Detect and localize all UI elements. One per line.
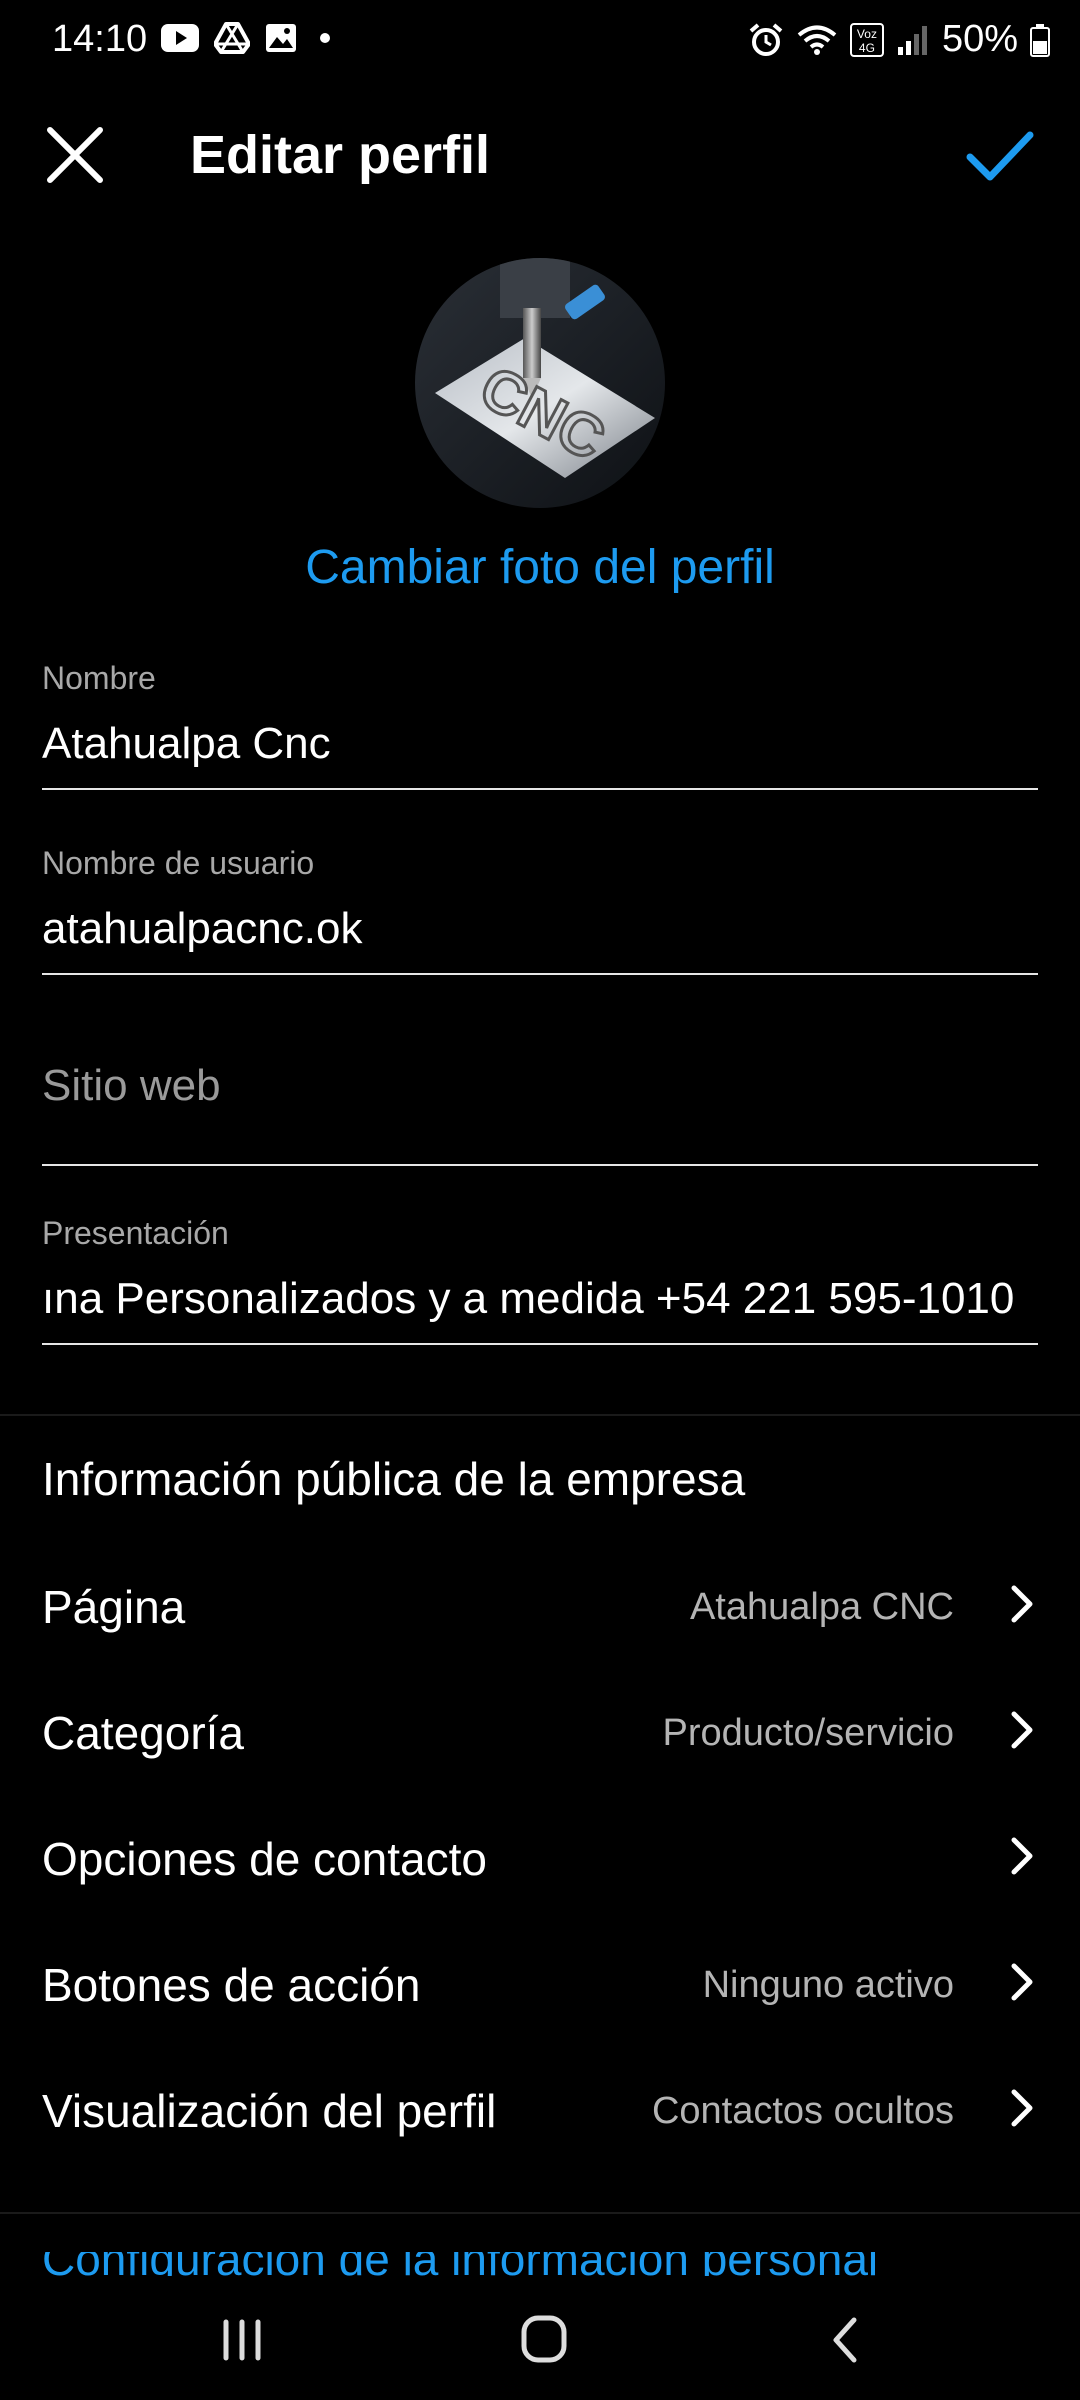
section-divider bbox=[0, 1414, 1080, 1416]
name-input[interactable]: Atahualpa Cnc bbox=[42, 714, 1038, 774]
close-icon[interactable] bbox=[40, 120, 110, 190]
status-bar: 14:10 Voz 4G 50% bbox=[0, 0, 1080, 80]
bio-input[interactable]: ına Personalizados y a medida +54 221 59… bbox=[42, 1269, 1038, 1329]
personal-info-link[interactable]: Configuración de la información personal bbox=[42, 2252, 1042, 2276]
row-contact-options[interactable]: Opciones de contacto bbox=[0, 1802, 1080, 1912]
avatar[interactable]: CNC bbox=[415, 258, 665, 508]
website-field[interactable]: Sitio web bbox=[42, 1056, 1038, 1166]
username-input[interactable]: atahualpacnc.ok bbox=[42, 899, 1038, 959]
row-profile-display-label: Visualización del perfil bbox=[42, 2085, 497, 2137]
website-input[interactable]: Sitio web bbox=[42, 1056, 1038, 1116]
gallery-icon bbox=[266, 24, 296, 52]
signal-icon bbox=[897, 25, 927, 55]
wifi-icon bbox=[797, 25, 837, 55]
row-page[interactable]: Página Atahualpa CNC bbox=[0, 1550, 1080, 1660]
chevron-right-icon bbox=[1011, 1585, 1033, 1623]
avatar-image: CNC bbox=[415, 258, 665, 508]
status-time: 14:10 bbox=[52, 18, 148, 60]
battery-icon bbox=[1030, 23, 1050, 57]
chevron-right-icon bbox=[1011, 1837, 1033, 1875]
page-title: Editar perfil bbox=[190, 125, 491, 185]
chevron-right-icon bbox=[1011, 1963, 1033, 2001]
bio-underline bbox=[42, 1343, 1038, 1345]
row-page-value: Atahualpa CNC bbox=[689, 1586, 954, 1628]
username-label: Nombre de usuario bbox=[42, 845, 315, 881]
drive-icon bbox=[214, 22, 250, 54]
username-underline bbox=[42, 973, 1038, 975]
status-right-icons: Voz 4G 50% bbox=[748, 18, 1050, 61]
row-page-label: Página bbox=[42, 1581, 186, 1633]
volte-icon: Voz 4G bbox=[849, 22, 884, 57]
chevron-right-icon bbox=[1011, 2089, 1033, 2127]
name-field[interactable]: Nombre Atahualpa Cnc bbox=[42, 658, 1038, 790]
row-action-buttons-value: Ninguno activo bbox=[702, 1964, 954, 2006]
name-label: Nombre bbox=[42, 660, 156, 696]
name-underline bbox=[42, 788, 1038, 790]
home-icon[interactable] bbox=[504, 2310, 584, 2370]
system-nav-bar bbox=[0, 2280, 1080, 2400]
youtube-icon bbox=[161, 24, 199, 52]
website-underline bbox=[42, 1164, 1038, 1166]
row-category-label: Categoría bbox=[42, 1707, 245, 1759]
alarm-icon bbox=[749, 22, 783, 56]
row-contact-options-label: Opciones de contacto bbox=[42, 1833, 487, 1885]
username-field[interactable]: Nombre de usuario atahualpacnc.ok bbox=[42, 843, 1038, 975]
row-action-buttons[interactable]: Botones de acción Ninguno activo bbox=[0, 1928, 1080, 2038]
change-photo-link[interactable]: Cambiar foto del perfil bbox=[0, 540, 1080, 595]
row-category[interactable]: Categoría Producto/servicio bbox=[0, 1676, 1080, 1786]
battery-percent: 50% bbox=[941, 18, 1018, 60]
row-profile-display[interactable]: Visualización del perfil Contactos ocult… bbox=[0, 2054, 1080, 2164]
business-info-title: Información pública de la empresa bbox=[42, 1453, 746, 1505]
header: Editar perfil bbox=[0, 100, 1080, 210]
chevron-right-icon bbox=[1011, 1711, 1033, 1749]
personal-info-link-label: Configuración de la información personal bbox=[42, 2252, 1042, 2276]
recents-icon[interactable] bbox=[202, 2310, 282, 2370]
bio-label: Presentación bbox=[42, 1215, 229, 1251]
row-profile-display-value: Contactos ocultos bbox=[651, 2090, 954, 2132]
bio-field[interactable]: Presentación ına Personalizados y a medi… bbox=[42, 1213, 1038, 1345]
status-left-icons bbox=[160, 22, 330, 54]
back-icon[interactable] bbox=[806, 2310, 886, 2370]
volte-label: Voz 4G bbox=[856, 26, 877, 55]
row-action-buttons-label: Botones de acción bbox=[42, 1959, 421, 2011]
section-divider bbox=[0, 2212, 1080, 2214]
row-category-value: Producto/servicio bbox=[662, 1712, 954, 1754]
dot-icon bbox=[320, 33, 330, 43]
check-icon[interactable] bbox=[960, 115, 1040, 195]
